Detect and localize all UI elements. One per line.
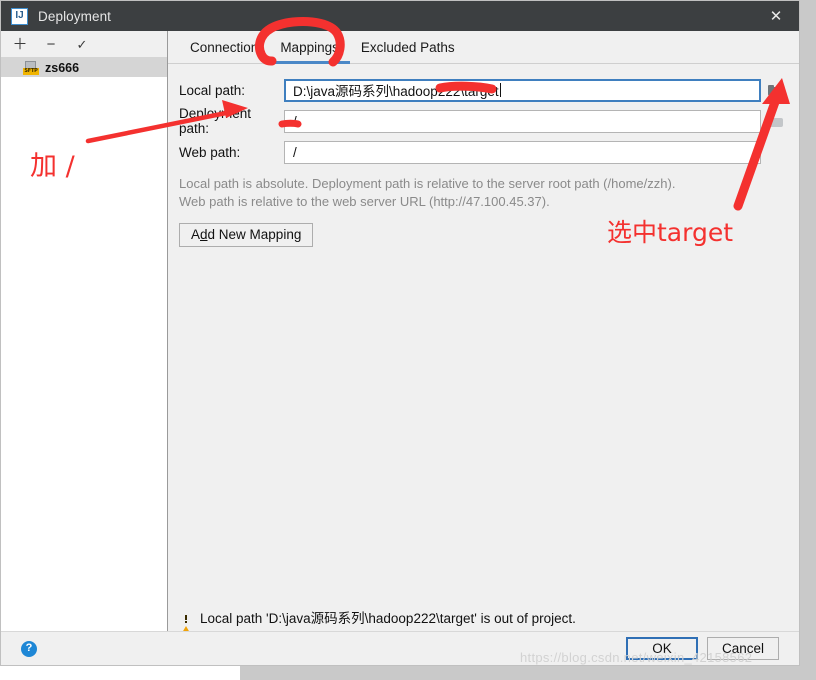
warning-message: Local path 'D:\java源码系列\hadoop222\target…: [168, 599, 799, 638]
remove-server-icon[interactable]: −: [44, 37, 58, 52]
warning-icon: [179, 610, 193, 638]
web-path-row: Web path: /: [168, 138, 799, 166]
local-path-input[interactable]: D:\java源码系列\hadoop222\target: [284, 78, 761, 102]
folder-icon: [767, 115, 783, 127]
intellij-logo-icon: IJ: [11, 7, 28, 25]
desktop-backdrop-right: [800, 0, 816, 680]
list-item[interactable]: SFTP zs666: [1, 58, 167, 77]
tab-mappings[interactable]: Mappings: [269, 31, 350, 64]
title-bar: IJ Deployment ✕: [1, 1, 799, 31]
folder-icon: [767, 84, 783, 96]
deployment-path-browse-button[interactable]: [763, 110, 787, 133]
sftp-icon: SFTP: [23, 60, 39, 75]
hint-line-1: Local path is absolute. Deployment path …: [179, 176, 676, 191]
server-list: SFTP zs666: [1, 58, 167, 77]
local-path-browse-button[interactable]: [763, 79, 787, 102]
warning-text: Local path 'D:\java源码系列\hadoop222\target…: [200, 611, 576, 626]
web-path-browse-spacer: [763, 141, 787, 164]
mappings-panel: Connection Mappings Excluded Paths Local…: [168, 31, 799, 638]
tab-strip: Connection Mappings Excluded Paths: [168, 31, 799, 64]
watermark: https://blog.csdn.net/weixin_42158562: [520, 650, 753, 665]
desktop-backdrop-bottom-left: [0, 666, 240, 680]
server-list-toolbar: ＋ − ✓: [1, 31, 167, 58]
deployment-dialog-screen: IJ Deployment ✕ ＋ − ✓ SFTP zs666 Connect…: [0, 0, 816, 680]
tab-connection[interactable]: Connection: [179, 31, 269, 64]
tab-excluded-paths[interactable]: Excluded Paths: [350, 31, 466, 64]
add-server-icon[interactable]: ＋: [13, 37, 28, 52]
deployment-path-row: Deployment path: /: [168, 106, 799, 136]
text-caret: [499, 83, 501, 97]
local-path-value: D:\java源码系列\hadoop222\target: [293, 84, 499, 99]
server-name: zs666: [45, 60, 80, 75]
deployment-path-label: Deployment path:: [179, 106, 252, 136]
add-new-mapping-button[interactable]: Add New Mapping: [179, 223, 314, 247]
hint-line-2: Web path is relative to the web server U…: [179, 194, 550, 209]
close-icon[interactable]: ✕: [753, 1, 799, 31]
local-path-label: Local path:: [179, 82, 246, 98]
sftp-icon-label: SFTP: [23, 67, 39, 75]
hint-text: Local path is absolute. Deployment path …: [168, 175, 799, 211]
web-path-input[interactable]: /: [284, 140, 761, 164]
add-new-mapping-wrap: Add New Mapping: [168, 223, 799, 247]
web-path-value: /: [293, 144, 297, 160]
use-as-default-icon[interactable]: ✓: [75, 37, 89, 51]
deployment-path-value: /: [293, 113, 297, 129]
web-path-label: Web path:: [179, 144, 241, 160]
window-title: Deployment: [38, 8, 112, 24]
server-list-panel: ＋ − ✓ SFTP zs666: [1, 31, 168, 635]
help-icon[interactable]: ?: [21, 640, 37, 657]
local-path-row: Local path: D:\java源码系列\hadoop222\target: [168, 76, 799, 104]
deployment-path-input[interactable]: /: [284, 109, 761, 133]
dialog-body: ＋ − ✓ SFTP zs666 Connection Mappings Exc…: [1, 31, 799, 638]
deployment-dialog: IJ Deployment ✕ ＋ − ✓ SFTP zs666 Connect…: [0, 0, 800, 666]
mappings-form: Local path: D:\java源码系列\hadoop222\target…: [168, 64, 799, 247]
